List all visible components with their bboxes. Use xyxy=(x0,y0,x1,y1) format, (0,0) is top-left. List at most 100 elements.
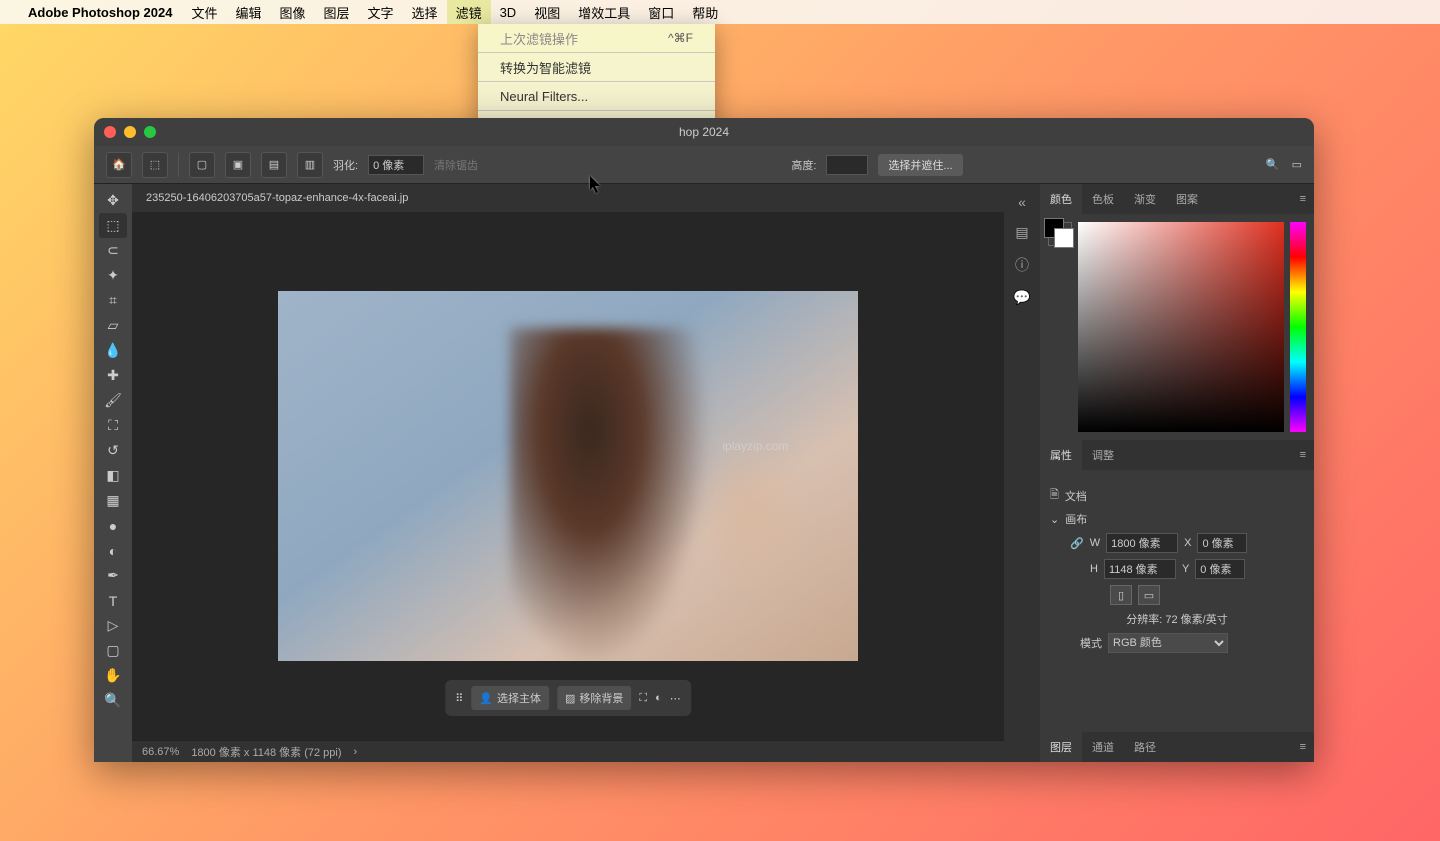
height-label: H xyxy=(1090,563,1098,575)
height-input[interactable] xyxy=(1104,559,1176,579)
menu-file[interactable]: 文件 xyxy=(182,0,226,24)
expand-dock-icon[interactable]: « xyxy=(1018,194,1026,210)
menu-plugins[interactable]: 增效工具 xyxy=(569,0,639,24)
options-bar: 🏠 ⬚ ▢ ▣ ▤ ▥ 羽化: 清除锯齿 高度: 选择并遮住... 🔍 ▭ xyxy=(94,146,1314,184)
maximize-window-button[interactable] xyxy=(144,126,156,138)
menu-edit[interactable]: 编辑 xyxy=(226,0,270,24)
tab-swatches[interactable]: 色板 xyxy=(1082,184,1124,214)
tab-patterns[interactable]: 图案 xyxy=(1166,184,1208,214)
menu-select[interactable]: 选择 xyxy=(403,0,447,24)
histogram-panel-icon[interactable]: ▤ xyxy=(1015,224,1028,241)
tab-gradients[interactable]: 渐变 xyxy=(1124,184,1166,214)
menu-last-filter: 上次滤镜操作^⌘F xyxy=(478,29,715,47)
type-tool[interactable]: T xyxy=(99,588,127,613)
canvas-section-label: 画布 xyxy=(1065,511,1087,527)
frame-tool[interactable]: ▱ xyxy=(99,313,127,338)
search-icon[interactable]: 🔍 xyxy=(1266,158,1280,171)
mouse-cursor-icon xyxy=(590,176,604,194)
color-mode-select[interactable]: RGB 颜色 xyxy=(1108,633,1228,653)
tab-paths[interactable]: 路径 xyxy=(1124,732,1166,762)
stamp-tool[interactable]: ⛶ xyxy=(99,413,127,438)
zoom-level[interactable]: 66.67% xyxy=(142,746,179,758)
sel-add-icon[interactable]: ▣ xyxy=(225,152,251,178)
height-input[interactable] xyxy=(826,155,868,175)
landscape-orient-button[interactable]: ▭ xyxy=(1138,585,1160,605)
contextual-task-bar: ⠿ 👤选择主体 ▨移除背景 ⛶ ◐ ⋯ xyxy=(445,680,691,716)
history-brush-tool[interactable]: ↺ xyxy=(99,438,127,463)
canvas[interactable]: iplayzip.com ⠿ 👤选择主体 ▨移除背景 ⛶ ◐ ⋯ xyxy=(132,212,1004,740)
menu-view[interactable]: 视图 xyxy=(525,0,569,24)
tab-channels[interactable]: 通道 xyxy=(1082,732,1124,762)
document-tab[interactable]: 235250-16406203705a57-topaz-enhance-4x-f… xyxy=(132,184,1004,212)
link-icon[interactable]: 🔗 xyxy=(1070,537,1084,550)
menu-convert-smart[interactable]: 转换为智能滤镜 xyxy=(478,58,715,76)
pen-tool[interactable]: ✒ xyxy=(99,563,127,588)
height-label: 高度: xyxy=(791,157,816,173)
menu-type[interactable]: 文字 xyxy=(359,0,403,24)
portrait-orient-button[interactable]: ▯ xyxy=(1110,585,1132,605)
sel-new-icon[interactable]: ▢ xyxy=(189,152,215,178)
brush-tool[interactable]: 🖌 xyxy=(99,388,127,413)
color-field[interactable] xyxy=(1078,222,1284,432)
select-and-mask-button[interactable]: 选择并遮住... xyxy=(878,154,962,176)
zoom-tool[interactable]: 🔍 xyxy=(99,688,127,713)
menu-3d[interactable]: 3D xyxy=(491,0,526,24)
sel-sub-icon[interactable]: ▤ xyxy=(261,152,287,178)
patch-tool[interactable]: ✚ xyxy=(99,363,127,388)
tab-color[interactable]: 颜色 xyxy=(1040,184,1082,214)
marquee-preset-icon[interactable]: ⬚ xyxy=(142,152,168,178)
gradient-tool[interactable]: ▦ xyxy=(99,488,127,513)
panel-menu-icon[interactable]: ≡ xyxy=(1292,193,1314,205)
menu-image[interactable]: 图像 xyxy=(271,0,315,24)
minimize-window-button[interactable] xyxy=(124,126,136,138)
fg-bg-swatch[interactable] xyxy=(1048,222,1072,246)
path-tool[interactable]: ▷ xyxy=(99,613,127,638)
y-input[interactable] xyxy=(1195,559,1245,579)
document-filename: 235250-16406203705a57-topaz-enhance-4x-f… xyxy=(146,192,408,204)
close-window-button[interactable] xyxy=(104,126,116,138)
hue-slider[interactable] xyxy=(1290,222,1306,432)
wand-tool[interactable]: ✦ xyxy=(99,263,127,288)
chevron-right-icon[interactable]: › xyxy=(354,746,358,758)
menu-neural-filters[interactable]: Neural Filters... xyxy=(478,87,715,105)
chevron-down-icon[interactable]: ⌄ xyxy=(1050,513,1059,526)
more-icon[interactable]: ⋯ xyxy=(670,692,681,705)
toolbox: ✥ ⬚ ⊂ ✦ ⌗ ▱ 💧 ✚ 🖌 ⛶ ↺ ◧ ▦ ● ◐ ✒ T ▷ ▢ ✋ … xyxy=(94,184,132,762)
move-tool[interactable]: ✥ xyxy=(99,188,127,213)
tab-adjustments[interactable]: 调整 xyxy=(1082,440,1124,470)
eraser-tool[interactable]: ◧ xyxy=(99,463,127,488)
menu-help[interactable]: 帮助 xyxy=(683,0,727,24)
photoshop-window: hop 2024 🏠 ⬚ ▢ ▣ ▤ ▥ 羽化: 清除锯齿 高度: 选择并遮住.… xyxy=(94,118,1314,762)
dodge-tool[interactable]: ◐ xyxy=(99,538,127,563)
panel-menu-icon[interactable]: ≡ xyxy=(1292,741,1314,753)
x-input[interactable] xyxy=(1197,533,1247,553)
blur-tool[interactable]: ● xyxy=(99,513,127,538)
drag-handle-icon[interactable]: ⠿ xyxy=(455,692,463,705)
share-icon[interactable]: ▭ xyxy=(1292,158,1302,171)
info-panel-icon[interactable]: ⓘ xyxy=(1015,255,1029,275)
feather-input[interactable] xyxy=(368,155,424,175)
shape-tool[interactable]: ▢ xyxy=(99,638,127,663)
crop-tool[interactable]: ⌗ xyxy=(99,288,127,313)
menu-window[interactable]: 窗口 xyxy=(639,0,683,24)
eyedropper-tool[interactable]: 💧 xyxy=(99,338,127,363)
panel-menu-icon[interactable]: ≡ xyxy=(1292,449,1314,461)
tab-layers[interactable]: 图层 xyxy=(1040,732,1082,762)
home-button[interactable]: 🏠 xyxy=(106,152,132,178)
select-subject-button[interactable]: 👤选择主体 xyxy=(471,686,549,710)
tab-properties[interactable]: 属性 xyxy=(1040,440,1082,470)
remove-background-button[interactable]: ▨移除背景 xyxy=(557,686,631,710)
menu-filter[interactable]: 滤镜 xyxy=(447,0,491,24)
comments-panel-icon[interactable]: 💬 xyxy=(1013,289,1030,306)
width-input[interactable] xyxy=(1106,533,1178,553)
adjust-icon[interactable]: ◐ xyxy=(655,692,662,704)
feather-label: 羽化: xyxy=(333,157,358,173)
app-name[interactable]: Adobe Photoshop 2024 xyxy=(28,5,172,20)
hand-tool[interactable]: ✋ xyxy=(99,663,127,688)
lasso-tool[interactable]: ⊂ xyxy=(99,238,127,263)
right-panels: 颜色 色板 渐变 图案 ≡ 属性 调整 ≡ 🗎文档 ⌄画布 🔗 xyxy=(1040,184,1314,762)
menu-layer[interactable]: 图层 xyxy=(315,0,359,24)
transform-icon[interactable]: ⛶ xyxy=(639,692,647,705)
sel-intersect-icon[interactable]: ▥ xyxy=(297,152,323,178)
marquee-tool[interactable]: ⬚ xyxy=(99,213,127,238)
